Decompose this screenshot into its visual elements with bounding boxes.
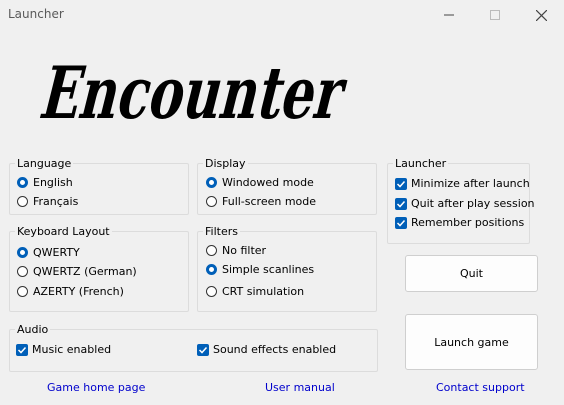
filter-option-crt[interactable]: CRT simulation (206, 285, 304, 298)
minimize-button[interactable] (426, 0, 472, 30)
keyboard-option-qwerty[interactable]: QWERTY (17, 246, 80, 259)
radio-unselected[interactable] (206, 286, 217, 297)
option-label: Simple scanlines (222, 263, 315, 276)
contact-support-link[interactable]: Contact support (436, 381, 525, 394)
radio-selected[interactable] (206, 177, 217, 188)
language-legend: Language (15, 157, 74, 170)
window-title: Launcher (8, 7, 64, 21)
checkmark-icon (396, 219, 406, 227)
keyboard-legend: Keyboard Layout (15, 225, 112, 238)
option-label: English (33, 176, 73, 189)
option-label: Minimize after launch (411, 177, 530, 190)
filters-legend: Filters (203, 225, 240, 238)
radio-selected[interactable] (206, 264, 217, 275)
launcher-legend: Launcher (393, 157, 449, 170)
checkmark-icon (396, 180, 406, 188)
encounter-logo: Encounter (36, 51, 355, 128)
language-option-francais[interactable]: Français (17, 195, 78, 208)
display-legend: Display (203, 157, 248, 170)
remember-positions-checkbox[interactable]: Remember positions (395, 216, 524, 229)
music-enabled-checkbox[interactable]: Music enabled (16, 343, 111, 356)
user-manual-link[interactable]: User manual (265, 381, 335, 394)
audio-legend: Audio (15, 323, 51, 336)
radio-unselected[interactable] (17, 266, 28, 277)
option-label: QWERTY (33, 246, 80, 259)
option-label: Français (33, 195, 79, 208)
language-group: Language English Français (9, 157, 189, 215)
display-option-windowed[interactable]: Windowed mode (206, 176, 314, 189)
radio-unselected[interactable] (17, 286, 28, 297)
filter-option-scanlines[interactable]: Simple scanlines (206, 263, 314, 276)
filters-group: Filters No filter Simple scanlines CRT s… (197, 225, 377, 312)
checkbox-checked[interactable] (395, 177, 407, 190)
quit-button[interactable]: Quit (405, 255, 538, 292)
minimize-icon (444, 14, 454, 16)
checkmark-icon (17, 346, 27, 354)
title-bar: Launcher (0, 0, 564, 30)
launch-game-button[interactable]: Launch game (405, 314, 538, 370)
radio-unselected[interactable] (17, 196, 28, 207)
close-button[interactable] (518, 0, 564, 30)
checkbox-checked[interactable] (395, 216, 407, 229)
option-label: CRT simulation (222, 285, 305, 298)
option-label: QWERTZ (German) (33, 265, 137, 278)
option-label: Remember positions (411, 216, 525, 229)
checkbox-checked[interactable] (395, 197, 407, 210)
display-option-fullscreen[interactable]: Full-screen mode (206, 195, 316, 208)
option-label: No filter (222, 244, 267, 257)
option-label: AZERTY (French) (33, 285, 124, 298)
keyboard-option-qwertz[interactable]: QWERTZ (German) (17, 265, 137, 278)
close-icon (535, 9, 547, 21)
keyboard-layout-group: Keyboard Layout QWERTY QWERTZ (German) A… (9, 225, 189, 312)
display-group: Display Windowed mode Full-screen mode (197, 157, 377, 215)
radio-unselected[interactable] (206, 196, 217, 207)
radio-selected[interactable] (17, 247, 28, 258)
checkmark-icon (198, 346, 208, 354)
language-option-english[interactable]: English (17, 176, 73, 189)
option-label: Music enabled (32, 343, 112, 356)
filter-option-none[interactable]: No filter (206, 244, 266, 257)
radio-unselected[interactable] (206, 245, 217, 256)
audio-group: Audio Music enabled Sound effects enable… (9, 323, 378, 372)
option-label: Sound effects enabled (213, 343, 337, 356)
option-label: Full-screen mode (222, 195, 317, 208)
keyboard-option-azerty[interactable]: AZERTY (French) (17, 285, 124, 298)
radio-selected[interactable] (17, 177, 28, 188)
option-label: Quit after play session (411, 197, 535, 210)
maximize-button[interactable] (472, 0, 518, 30)
checkmark-icon (396, 200, 406, 208)
checkbox-checked[interactable] (197, 343, 209, 356)
checkbox-checked[interactable] (16, 343, 28, 356)
minimize-after-launch-checkbox[interactable]: Minimize after launch (395, 177, 530, 190)
quit-after-session-checkbox[interactable]: Quit after play session (395, 197, 535, 210)
sound-effects-checkbox[interactable]: Sound effects enabled (197, 343, 336, 356)
logo-text: Encounter (36, 51, 355, 128)
maximize-icon (490, 10, 500, 20)
option-label: Windowed mode (222, 176, 314, 189)
game-home-page-link[interactable]: Game home page (47, 381, 145, 394)
launcher-group: Launcher Minimize after launch Quit afte… (387, 157, 535, 244)
